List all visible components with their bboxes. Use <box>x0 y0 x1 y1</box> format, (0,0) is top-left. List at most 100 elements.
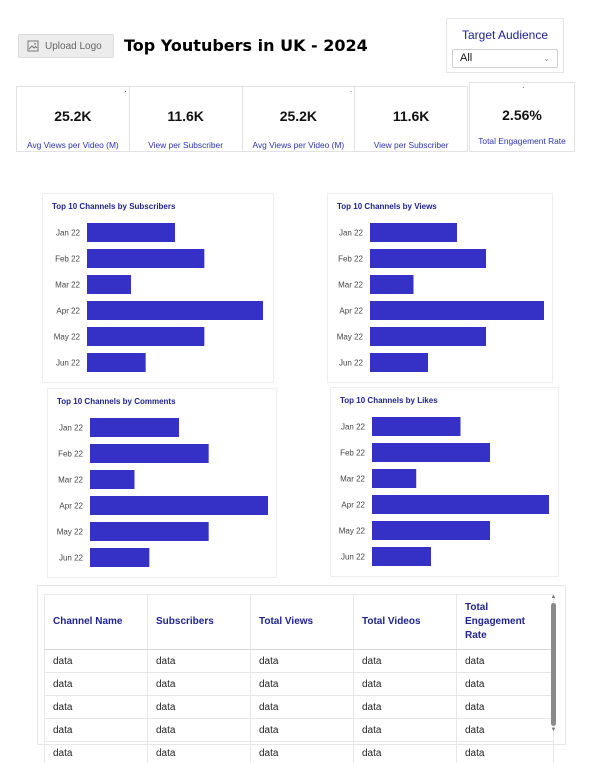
kpi-engagement-label: Total Engagement Rate <box>478 136 566 146</box>
bar[interactable] <box>370 327 486 346</box>
table-cell: data <box>353 695 457 719</box>
table-header-row: Channel Name Subscribers Total Views Tot… <box>44 594 554 650</box>
kpi-value: 25.2K <box>54 108 92 124</box>
bar[interactable] <box>370 223 457 242</box>
bar[interactable] <box>87 353 146 372</box>
category-tick-label: May 22 <box>57 528 84 537</box>
chart-views-plot: Jan 22 Feb 22 Mar 22 Apr 22 May 22 Jun 22 <box>337 223 544 372</box>
page-title: Top Youtubers in UK - 2024 <box>124 36 368 55</box>
table-cell: data <box>456 649 554 673</box>
kpi-value: 11.6K <box>167 108 204 124</box>
kpi-card: 11.6K View per Subscriber <box>355 87 467 151</box>
target-audience-select[interactable]: All ⌄ <box>452 49 558 68</box>
table-cell: data <box>44 672 148 696</box>
kpi-card: 11.6K View per Subscriber <box>130 87 243 151</box>
kpi-engagement-value: 2.56% <box>502 107 542 123</box>
chart-title: Top 10 Channels by Views <box>337 202 437 211</box>
scroll-up-icon[interactable]: ▲ <box>550 594 557 601</box>
chart-title: Top 10 Channels by Subscribers <box>52 202 176 211</box>
upload-logo-button[interactable]: Upload Logo <box>18 34 114 58</box>
bar[interactable] <box>90 548 150 567</box>
bar[interactable] <box>87 327 205 346</box>
scrollbar-thumb[interactable] <box>551 603 556 726</box>
table-cell: data <box>250 649 354 673</box>
table-row: data data data data data <box>44 695 554 719</box>
category-tick-label: Apr 22 <box>339 307 363 316</box>
target-audience-value: All <box>460 52 473 64</box>
chart-subscribers-plot: Jan 22 Feb 22 Mar 22 Apr 22 May 22 Jun 22 <box>54 223 263 372</box>
column-header[interactable]: Total Engagement Rate <box>456 594 554 650</box>
table-cell: data <box>147 718 251 742</box>
category-tick-label: Feb 22 <box>340 449 365 458</box>
kpi-more-marker: · <box>124 87 127 96</box>
category-tick-label: Jan 22 <box>56 229 81 238</box>
category-tick-label: Mar 22 <box>58 476 83 485</box>
column-header[interactable]: Channel Name <box>44 594 148 650</box>
category-tick-label: Jun 22 <box>56 359 81 368</box>
category-tick-label: Feb 22 <box>55 255 80 264</box>
table-cell: data <box>147 649 251 673</box>
chart-title: Top 10 Channels by Likes <box>340 396 438 405</box>
chevron-down-icon: ⌄ <box>543 54 550 63</box>
column-header[interactable]: Total Videos <box>353 594 457 650</box>
chart-likes-plot: Jan 22 Feb 22 Mar 22 Apr 22 May 22 Jun 22 <box>339 417 549 566</box>
kpi-card: · 25.2K Avg Views per Video (M) <box>243 87 356 151</box>
bar[interactable] <box>370 353 428 372</box>
table-cell: data <box>44 741 148 763</box>
bar[interactable] <box>372 469 417 488</box>
category-tick-label: Mar 22 <box>338 281 363 290</box>
category-tick-label: May 22 <box>339 527 366 536</box>
column-header[interactable]: Total Views <box>250 594 354 650</box>
table-cell: data <box>250 741 354 763</box>
upload-logo-label: Upload Logo <box>45 40 102 52</box>
channels-table: Channel Name Subscribers Total Views Tot… <box>44 594 554 763</box>
bar[interactable] <box>90 522 209 541</box>
kpi-engagement-card: · 2.56% Total Engagement Rate <box>469 82 575 152</box>
image-icon <box>27 40 39 52</box>
kpi-label: Avg Views per Video (M) <box>252 140 345 150</box>
bar[interactable] <box>90 496 268 515</box>
bar[interactable] <box>87 223 175 242</box>
bar[interactable] <box>90 418 179 437</box>
table-scrollbar[interactable]: ▲ ▼ <box>550 594 557 734</box>
bar[interactable] <box>370 249 486 268</box>
table-cell: data <box>147 695 251 719</box>
table-row: data data data data data <box>44 741 554 763</box>
kpi-card: · 25.2K Avg Views per Video (M) <box>17 87 130 151</box>
bar[interactable] <box>370 301 544 320</box>
chart-comments-plot: Jan 22 Feb 22 Mar 22 Apr 22 May 22 Jun 22 <box>57 418 268 567</box>
scroll-down-icon[interactable]: ▼ <box>550 727 557 734</box>
bar[interactable] <box>372 495 549 514</box>
bar[interactable] <box>372 521 490 540</box>
chart-title: Top 10 Channels by Comments <box>57 397 176 406</box>
table-cell: data <box>44 649 148 673</box>
kpi-label: Avg Views per Video (M) <box>27 140 119 150</box>
table-cell: data <box>250 718 354 742</box>
bar[interactable] <box>90 444 209 463</box>
bar[interactable] <box>90 470 135 489</box>
bar[interactable] <box>87 275 131 294</box>
chart-likes: Jan 22 Feb 22 Mar 22 Apr 22 May 22 Jun 22 Top… <box>330 387 559 577</box>
category-tick-label: Mar 22 <box>55 281 80 290</box>
bar[interactable] <box>372 547 431 566</box>
bar[interactable] <box>87 249 205 268</box>
column-header[interactable]: Subscribers <box>147 594 251 650</box>
table-row: data data data data data <box>44 672 554 696</box>
bar[interactable] <box>370 275 414 294</box>
kpi-label: View per Subscriber <box>373 140 449 150</box>
table-cell: data <box>456 695 554 719</box>
table-cell: data <box>147 741 251 763</box>
kpi-label: View per Subscriber <box>148 140 224 150</box>
category-tick-label: May 22 <box>337 333 364 342</box>
bar[interactable] <box>87 301 263 320</box>
chart-comments: Jan 22 Feb 22 Mar 22 Apr 22 May 22 Jun 22 Top… <box>47 388 277 578</box>
table-cell: data <box>353 649 457 673</box>
category-tick-label: Apr 22 <box>341 501 365 510</box>
table-cell: data <box>456 718 554 742</box>
bar[interactable] <box>372 417 461 436</box>
table-cell: data <box>44 718 148 742</box>
target-audience-title: Target Audience <box>461 28 549 42</box>
category-tick-label: Apr 22 <box>56 307 80 316</box>
table-cell: data <box>353 741 457 763</box>
bar[interactable] <box>372 443 490 462</box>
